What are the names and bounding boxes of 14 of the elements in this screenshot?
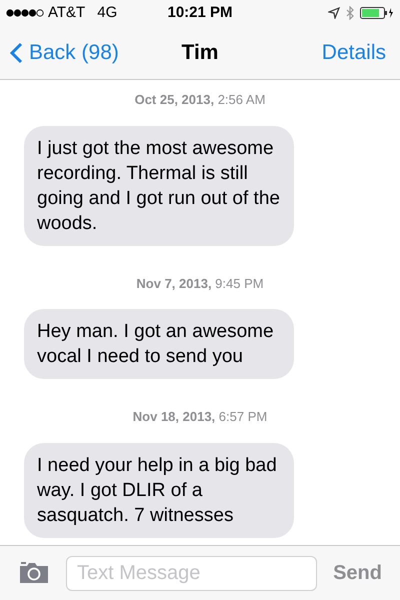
details-button[interactable]: Details xyxy=(322,36,390,68)
message-timestamp: Nov 18, 2013, 6:57 PM xyxy=(132,408,268,426)
send-button[interactable]: Send xyxy=(333,558,382,588)
message-bubble: Hey man. I got an awesome vocal I need to send you xyxy=(24,309,294,379)
carrier-name: AT&T xyxy=(48,2,86,23)
conversation-title: Tim xyxy=(182,40,218,66)
message-timestamp: Oct 25, 2013, 2:56 AM xyxy=(134,91,266,109)
message-timestamp: Nov 7, 2013, 9:45 PM xyxy=(136,274,264,292)
clock-time: 10:21 PM xyxy=(167,2,233,23)
message-bubble: I need your help in a big bad way. I got DLIR of a sasquatch. 7 witnesses xyxy=(24,442,294,538)
back-button[interactable]: Back (98) xyxy=(10,36,119,68)
message-input-field[interactable]: Text Message xyxy=(66,556,318,590)
network-type: 4G xyxy=(97,2,118,23)
message-bubble: I just got the most awesome recording. Thermal is still going and I got run out of the woods. xyxy=(24,126,294,246)
